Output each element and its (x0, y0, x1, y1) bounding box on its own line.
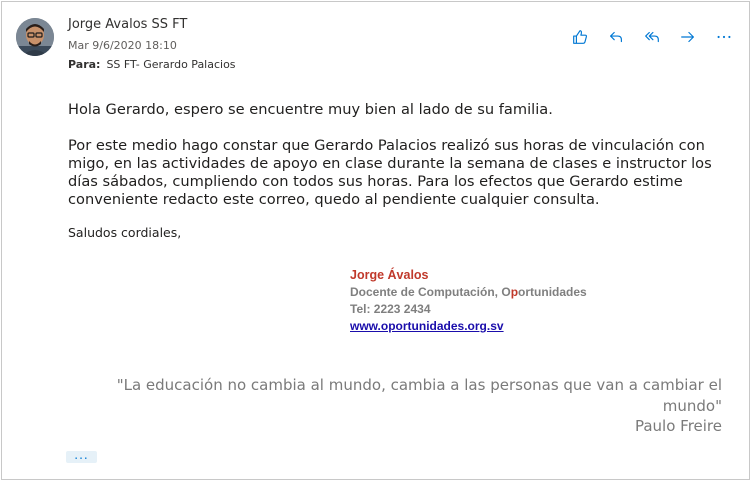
signature-role-start: Docente de Computación, (350, 285, 502, 299)
reply-all-icon (645, 31, 659, 43)
reply-button[interactable] (598, 26, 634, 48)
message-actions (562, 26, 742, 48)
to-label: Para: (68, 58, 101, 71)
more-icon (717, 35, 731, 39)
signature-block: Jorge Ávalos Docente de Computación, Opo… (350, 267, 587, 335)
signature-role: Docente de Computación, Oportunidades (350, 284, 587, 301)
avatar[interactable] (16, 18, 54, 56)
signature-name: Jorge Ávalos (350, 268, 429, 282)
like-button[interactable] (562, 26, 598, 48)
thumbs-up-icon (573, 30, 587, 44)
greeting-text: Hola Gerardo, espero se encuentre muy bi… (68, 100, 553, 118)
signature-phone: Tel: 2223 2434 (350, 302, 431, 316)
reply-all-button[interactable] (634, 26, 670, 48)
sender-name[interactable]: Jorge Avalos SS FT (68, 17, 187, 32)
signature-role-p: p (510, 285, 519, 299)
recipient-line: Para: SS FT- Gerardo Palacios (68, 58, 236, 71)
show-more-button[interactable]: ... (66, 449, 97, 463)
reply-icon (610, 31, 622, 43)
quote-text: "La educación no cambia al mundo, cambia… (116, 376, 722, 415)
signature-website-link[interactable]: www.oportunidades.org.sv (350, 319, 504, 333)
avatar-photo (16, 18, 54, 56)
body-paragraph: Por este medio hago constar que Gerardo … (68, 136, 712, 208)
message-date: Mar 9/6/2020 18:10 (68, 39, 177, 52)
forward-button[interactable] (670, 26, 706, 48)
message-frame: Jorge Avalos SS FT Mar 9/6/2020 18:10 Pa… (1, 1, 750, 480)
quote-author: Paulo Freire (634, 417, 722, 435)
recipient-name[interactable]: SS FT- Gerardo Palacios (106, 58, 235, 71)
closing-text: Saludos cordiales, (68, 224, 182, 240)
more-actions-button[interactable] (706, 26, 742, 48)
forward-icon (681, 31, 694, 43)
signature-role-end: ortunidades (518, 285, 587, 299)
signature-role-o: O (501, 285, 511, 299)
